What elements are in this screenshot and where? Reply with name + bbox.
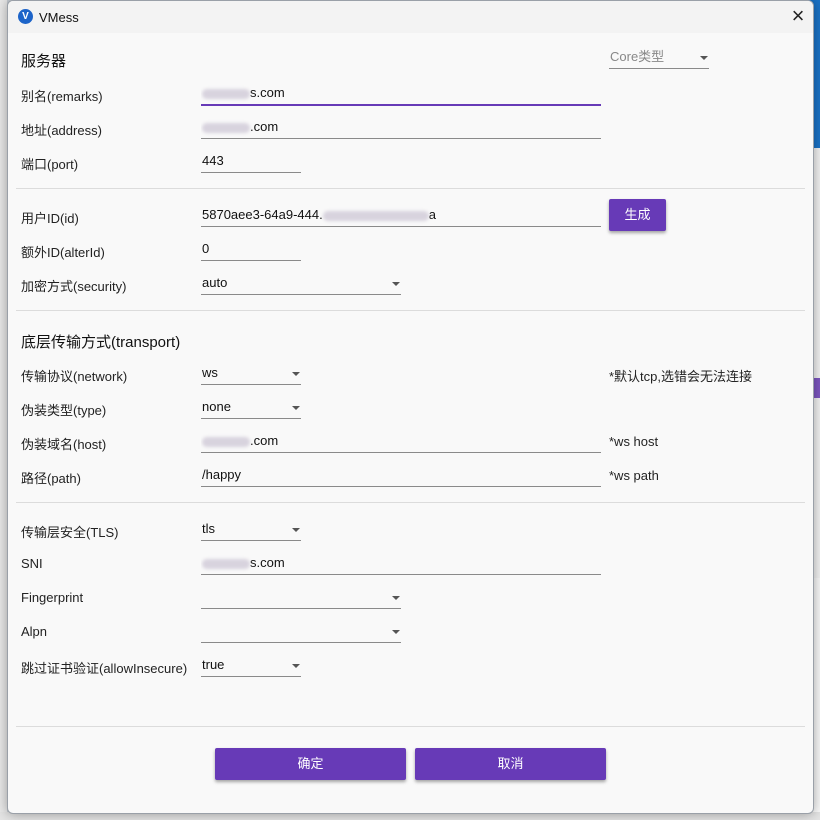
redacted-blur [202,122,250,133]
close-button[interactable]: × [784,3,812,31]
alter-id-label: 额外ID(alterId) [21,245,105,260]
section-divider [16,188,805,189]
host-field[interactable]: .com [201,431,601,453]
chevron-down-icon [392,596,400,600]
core-type-placeholder: Core类型 [610,49,665,64]
type-select[interactable]: none [201,397,301,419]
host-value: .com [250,433,279,448]
sni-label: SNI [21,556,43,571]
chevron-down-icon [392,630,400,634]
chevron-down-icon [292,528,300,532]
redacted-blur [202,558,250,569]
redacted-blur [202,88,250,99]
user-id-tail: a [428,207,436,222]
chevron-down-icon [700,56,708,60]
user-id-field[interactable]: 5870aee3-64a9-444. a [201,205,601,227]
security-select[interactable]: auto [201,273,401,295]
security-value: auto [202,275,228,290]
security-label: 加密方式(security) [21,279,127,294]
section-divider [16,310,805,311]
network-select[interactable]: ws [201,363,301,385]
redacted-blur [202,436,250,447]
path-field[interactable]: /happy [201,465,601,487]
generate-button[interactable]: 生成 [609,199,666,231]
tls-label: 传输层安全(TLS) [21,525,119,540]
server-heading: 服务器 [21,53,67,70]
fingerprint-label: Fingerprint [21,590,84,605]
address-value: .com [250,119,279,134]
alter-id-field[interactable]: 0 [201,239,301,261]
port-label: 端口(port) [21,157,79,172]
fingerprint-select[interactable] [201,587,401,609]
tls-select[interactable]: tls [201,519,301,541]
chevron-down-icon [292,406,300,410]
vmess-dialog: V VMess × 服务器 Core类型 别名(remarks) s.com 地… [7,0,814,814]
tls-value: tls [202,521,215,536]
core-type-select[interactable]: Core类型 [609,47,709,69]
user-id-value: 5870aee3-64a9-444. [202,207,323,222]
host-label: 伪装域名(host) [21,437,107,452]
window-title: VMess [39,10,79,25]
remarks-value: s.com [250,85,285,100]
section-divider [16,502,805,503]
network-label: 传输协议(network) [21,369,128,384]
address-label: 地址(address) [21,123,102,138]
v2rayn-logo-icon: V [18,9,33,24]
type-label: 伪装类型(type) [21,403,107,418]
network-value: ws [202,365,218,380]
background-app-left [0,0,7,820]
network-note: *默认tcp,选错会无法连接 [609,369,753,384]
path-label: 路径(path) [21,471,81,486]
type-value: none [202,399,231,414]
allow-insecure-select[interactable]: true [201,655,301,677]
title-bar: V VMess × [8,1,813,33]
footer-divider [16,726,805,727]
sni-field[interactable]: s.com [201,553,601,575]
redacted-blur [322,210,429,221]
remarks-label: 别名(remarks) [21,89,103,104]
path-note: *ws path [609,468,659,483]
allow-insecure-value: true [202,657,225,672]
allow-insecure-label: 跳过证书验证(allowInsecure) [21,661,188,676]
host-note: *ws host [609,434,659,449]
port-field[interactable]: 443 [201,151,301,173]
chevron-down-icon [292,372,300,376]
chevron-down-icon [292,664,300,668]
ok-button[interactable]: 确定 [215,748,406,780]
sni-value: s.com [250,555,285,570]
alpn-label: Alpn [21,624,48,639]
transport-heading: 底层传输方式(transport) [21,334,181,351]
user-id-label: 用户ID(id) [21,211,79,226]
alpn-select[interactable] [201,621,401,643]
cancel-button[interactable]: 取消 [415,748,606,780]
chevron-down-icon [392,282,400,286]
remarks-field[interactable]: s.com [201,83,601,106]
address-field[interactable]: .com [201,117,601,139]
